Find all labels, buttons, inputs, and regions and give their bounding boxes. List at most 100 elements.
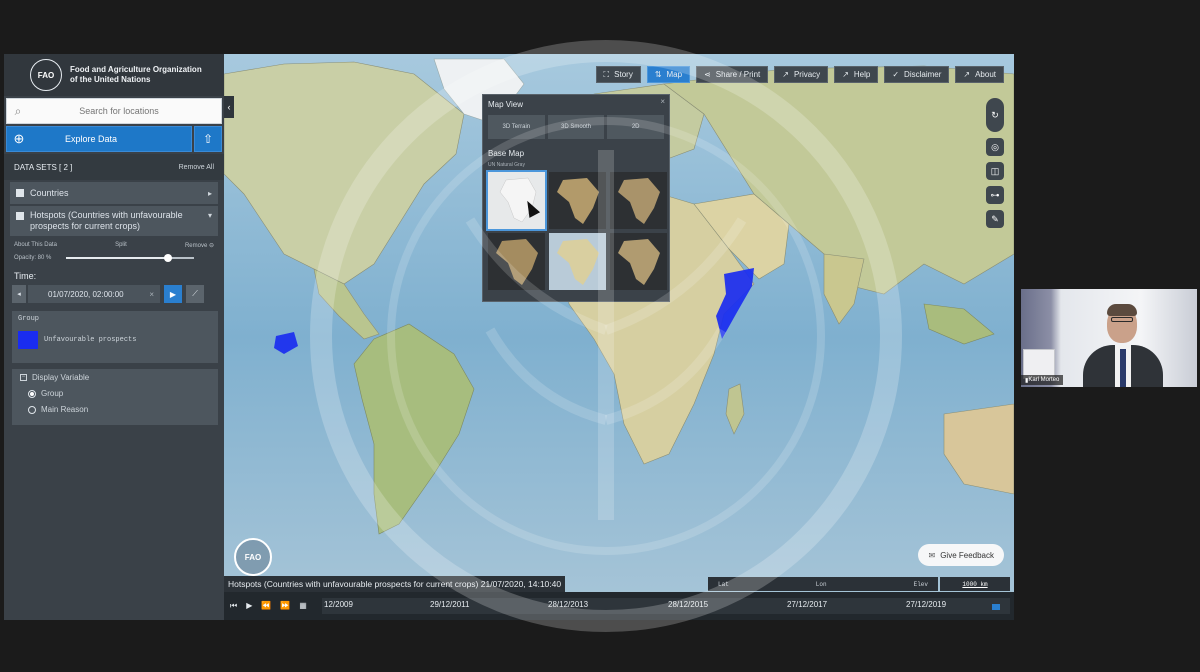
collapse-icon[interactable]: − <box>20 374 27 381</box>
timeline-label: 27/12/2019 <box>906 600 947 609</box>
collapse-sidebar-button[interactable]: ‹ <box>224 96 234 118</box>
remove-link[interactable]: Remove ⊖ <box>185 242 214 249</box>
map-button[interactable]: ⇅ Map <box>646 66 691 83</box>
chevron-down-icon[interactable]: ▾ <box>208 210 212 221</box>
split-link[interactable]: Split <box>115 242 127 249</box>
basemap-natural-earth[interactable] <box>549 233 606 290</box>
view-3d-terrain[interactable]: 3D Terrain <box>488 115 545 139</box>
dataset-checkbox[interactable] <box>16 212 24 220</box>
dataset-countries[interactable]: Countries ▸ <box>10 182 218 204</box>
view-3d-smooth[interactable]: 3D Smooth <box>547 115 605 139</box>
story-icon: ⛶ <box>603 69 610 79</box>
radio-label: Group <box>41 389 64 398</box>
location-search[interactable]: ⌕ <box>6 98 222 124</box>
check-icon: ✓ <box>892 70 900 79</box>
opacity-slider-thumb[interactable] <box>164 254 173 262</box>
pencil-icon: ✎ <box>991 213 999 224</box>
time-label: Time: <box>14 271 37 281</box>
view-2d[interactable]: 2D <box>607 115 665 139</box>
basemap-satellite-2[interactable] <box>610 172 667 229</box>
basemap-natural-gray[interactable] <box>486 170 547 231</box>
datasets-count: DATA SETS [ 2 ] <box>14 162 73 172</box>
draw-button[interactable]: ✎ <box>986 210 1004 228</box>
timeline-label: 28/12/2015 <box>668 600 709 609</box>
search-input[interactable] <box>29 106 209 116</box>
calendar-icon[interactable]: ▦ <box>299 601 307 611</box>
top-navigation: ⛶ Story ⇅ Map ⋖ Share / Print ↗ Privacy ↗ Hel… <box>595 66 1004 83</box>
org-name: Food and Agriculture Organization of the… <box>70 65 202 84</box>
explore-data-button[interactable]: ⊕ Explore Data <box>6 126 192 152</box>
time-previous-button[interactable]: ◂ <box>12 285 26 303</box>
disclaimer-button[interactable]: ✓ Disclaimer <box>884 66 950 83</box>
about-button[interactable]: ↗ About <box>955 66 1004 83</box>
locate-me-button[interactable]: ◎ <box>986 138 1004 156</box>
display-variable-title: Display Variable <box>32 373 90 382</box>
radio-button[interactable] <box>28 405 36 414</box>
basemap-satellite-1[interactable] <box>549 172 606 229</box>
dataset-label: Countries <box>30 188 69 198</box>
chart-icon[interactable]: ⟋ <box>186 285 204 303</box>
give-feedback-button[interactable]: ✉ Give Feedback <box>918 544 1004 566</box>
base-map-grid <box>486 170 667 290</box>
dataset-checkbox[interactable] <box>16 189 24 197</box>
timeline-track[interactable]: 12/2009 29/12/2011 28/12/2013 28/12/2015… <box>322 598 1010 614</box>
external-link-icon: ↗ <box>782 70 789 79</box>
timeline-controls: ⏮ ▶ ⏪ ⏩ ▦ <box>224 601 322 611</box>
radio-button[interactable] <box>28 389 36 398</box>
explore-row: ⊕ Explore Data ⇧ <box>6 126 222 152</box>
search-icon: ⌕ <box>14 103 22 118</box>
privacy-button[interactable]: ↗ Privacy <box>774 66 829 83</box>
map-tools: ↻ ◎ ◫ ⊶ ✎ <box>986 98 1004 228</box>
legend-item: Unfavourable prospects <box>18 331 212 349</box>
display-variable-panel: − Display Variable Group Main Reason <box>12 369 218 425</box>
lat-label: Lat <box>718 580 729 588</box>
legend-swatch <box>18 331 38 349</box>
radio-group[interactable]: Group <box>28 389 210 398</box>
timeline-label: 12/2009 <box>324 600 353 609</box>
chevron-right-icon[interactable]: ▸ <box>208 189 212 198</box>
fast-forward-icon[interactable]: ⏩ <box>280 601 290 611</box>
story-button[interactable]: ⛶ Story <box>595 66 641 83</box>
clear-time-icon[interactable]: × <box>149 290 154 299</box>
timeline-label: 27/12/2017 <box>787 600 828 609</box>
remove-all-button[interactable]: Remove All <box>179 164 214 171</box>
split-view-button[interactable]: ◫ <box>986 162 1004 180</box>
upload-data-button[interactable]: ⇧ <box>194 126 222 152</box>
feedback-icon: ✉ <box>928 550 936 560</box>
play-icon[interactable]: ▶ <box>246 601 252 611</box>
timeline-play-button[interactable]: ▶ <box>164 285 182 303</box>
time-value-field[interactable]: 01/07/2020, 02:00:00 × <box>28 285 160 303</box>
basemap-satellite-3[interactable] <box>488 233 545 290</box>
map-canvas[interactable]: ‹ ⛶ Story ⇅ Map ⋖ Share / Print ↗ Privacy ↗ H… <box>224 54 1014 620</box>
split-icon: ◫ <box>990 165 1000 176</box>
close-icon[interactable]: × <box>660 97 665 106</box>
dataset-hotspots[interactable]: Hotspots (Countries with unfavourable pr… <box>10 206 218 236</box>
target-icon: ◎ <box>991 141 999 152</box>
fao-logo-icon: FAO <box>30 59 62 91</box>
display-variable-header[interactable]: − Display Variable <box>20 373 210 382</box>
status-text: Hotspots (Countries with unfavourable pr… <box>224 576 566 592</box>
rewind-icon[interactable]: ⏪ <box>261 601 271 611</box>
radio-main-reason[interactable]: Main Reason <box>28 405 210 414</box>
basemap-satellite-4[interactable] <box>610 233 667 290</box>
help-button[interactable]: ↗ Help <box>834 66 879 83</box>
base-map-selected: UN Natural Gray <box>488 162 525 168</box>
external-link-icon: ↗ <box>842 70 849 79</box>
opacity-slider-fill <box>66 257 169 259</box>
opacity-slider[interactable] <box>66 254 194 262</box>
timeline-current-marker[interactable] <box>992 604 1000 610</box>
about-data-link[interactable]: About This Data <box>14 242 57 249</box>
org-header[interactable]: FAO Food and Agriculture Organization of… <box>4 54 224 96</box>
legend-item-label: Unfavourable prospects <box>44 336 137 344</box>
measure-button[interactable]: ⊶ <box>986 186 1004 204</box>
refresh-icon[interactable]: ↻ <box>991 110 999 121</box>
upload-icon: ⇧ <box>202 132 214 146</box>
zoom-control[interactable]: ↻ <box>986 98 1004 132</box>
video-call-thumbnail[interactable]: ▮ Karl Morteo <box>1021 289 1197 387</box>
participant-name: ▮ Karl Morteo <box>1021 375 1064 385</box>
share-print-button[interactable]: ⋖ Share / Print <box>696 66 769 83</box>
plus-circle-icon: ⊕ <box>13 131 25 146</box>
datasets-header: DATA SETS [ 2 ] Remove All <box>4 154 224 180</box>
skip-start-icon[interactable]: ⏮ <box>230 601 237 611</box>
map-view-panel: × Map View 3D Terrain 3D Smooth 2D Base … <box>482 94 670 302</box>
